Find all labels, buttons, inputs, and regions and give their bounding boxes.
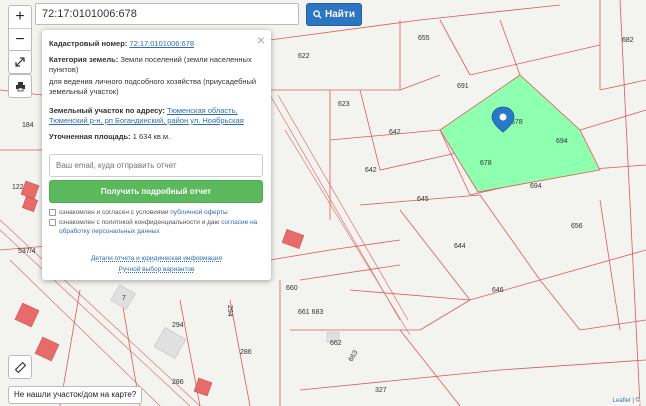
expand-icon [15, 57, 25, 67]
parcel-label: 537/4 [18, 248, 36, 255]
parcel-label: 642 [389, 129, 401, 136]
privacy-consent-checkbox[interactable] [49, 219, 56, 226]
parcel-label: 646 [492, 287, 504, 294]
fullscreen-button[interactable] [8, 50, 32, 74]
cadastral-number-row: Кадастровый номер: 72:17:0101006:678 [49, 39, 263, 49]
parcel-label: 294 [172, 322, 184, 329]
cadastral-search-input[interactable] [35, 3, 299, 25]
parcel-label: 184 [22, 122, 34, 129]
not-found-button[interactable]: Не нашли участок/дом на карте? [8, 386, 143, 404]
parcel-label: 642 [365, 167, 377, 174]
search-button-label: Найти [325, 9, 355, 20]
land-purpose: для ведения личного подсобного хозяйства… [49, 77, 257, 96]
parcel-label: 682 [622, 37, 634, 44]
search-button[interactable]: Найти [306, 3, 362, 26]
ruler-icon [14, 361, 26, 373]
area-row: Уточненная площадь: 1 634 кв.м. [49, 132, 263, 142]
parcel-label: 662 [330, 340, 342, 347]
measure-button[interactable] [8, 355, 32, 379]
offer-consent-text: ознакомлен и согласен с условиями публич… [59, 209, 228, 216]
offer-consent-row: ознакомлен и согласен с условиями публич… [49, 208, 263, 217]
parcel-info-popup: × Кадастровый номер: 72:17:0101006:678 К… [42, 30, 271, 280]
report-details-link[interactable]: Детали отчета и юридическая информация [42, 255, 271, 262]
parcel-label: 644 [454, 243, 466, 250]
parcel-label: 655 [418, 35, 430, 42]
area-value: 1 634 кв.м. [132, 132, 171, 141]
area-label: Уточненная площадь: [49, 132, 131, 141]
parcel-label: 622 [298, 53, 310, 60]
print-button[interactable] [8, 74, 32, 98]
parcel-label: 294 [226, 305, 233, 317]
email-input[interactable] [49, 154, 263, 177]
cadastral-number-link[interactable]: 72:17:0101006:678 [129, 39, 194, 48]
offer-consent-checkbox[interactable] [49, 209, 56, 216]
zoom-control: + − [8, 5, 32, 52]
get-report-button[interactable]: Получить подробный отчет [49, 180, 263, 203]
map-attribution: Leaflet | © [612, 398, 640, 404]
parcel-label: 660 [286, 285, 298, 292]
leaflet-link[interactable]: Leaflet [613, 398, 631, 404]
parcel-label: 661 683 [298, 309, 323, 316]
privacy-consent-row: ознакомлен с политикой конфиденциальност… [49, 218, 263, 236]
zoom-out-button[interactable]: − [9, 28, 31, 51]
zoom-in-button[interactable]: + [9, 6, 31, 28]
parcel-label: 7 [122, 295, 126, 302]
parcel-label: 694 [556, 138, 568, 145]
parcel-label: 122 [12, 184, 24, 191]
parcel-label: 656 [571, 223, 583, 230]
privacy-consent-text: ознакомлен с политикой конфиденциальност… [59, 219, 258, 235]
search-icon [313, 10, 322, 19]
parcel-label: 286 [240, 349, 252, 356]
parcel-label: 678 [480, 160, 492, 167]
parcel-label: 691 [457, 83, 469, 90]
parcel-label: 645 [417, 196, 429, 203]
printer-icon [15, 81, 25, 91]
parcel-label: 623 [338, 101, 350, 108]
parcel-label: 286 [172, 379, 184, 386]
address-row: Земельный участок по адресу: Тюменская о… [49, 106, 263, 126]
land-category-label: Категория земель: [49, 55, 119, 64]
public-offer-link[interactable]: публичной оферты [170, 209, 227, 216]
attribution-separator: | © [630, 398, 640, 404]
parcel-label: 694 [530, 183, 542, 190]
land-category-row: Категория земель: Земли поселений (земли… [49, 55, 263, 75]
manual-selection-link[interactable]: Ручной выбор вариантов [42, 266, 271, 273]
cadastral-number-label: Кадастровый номер: [49, 39, 128, 48]
address-label: Земельный участок по адресу: [49, 106, 165, 115]
parcel-label: 327 [375, 387, 387, 394]
